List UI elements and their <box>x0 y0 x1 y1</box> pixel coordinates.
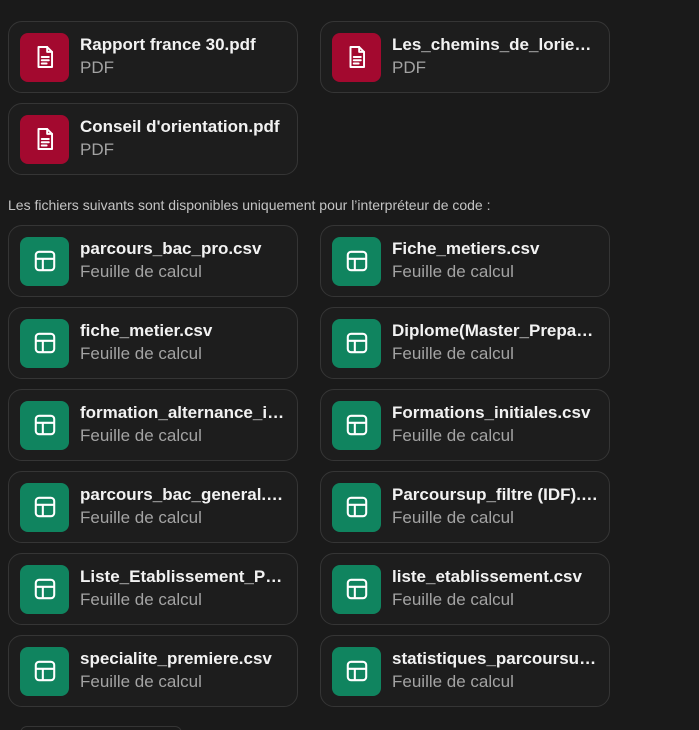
file-name: Les_chemins_de_lorientati... <box>392 35 599 54</box>
document-icon <box>20 32 69 82</box>
spreadsheet-icon <box>20 482 69 532</box>
file-card-sheet[interactable]: fiche_metier.csv Feuille de calcul <box>8 307 298 379</box>
file-type: PDF <box>80 140 114 159</box>
file-card-sheet[interactable]: Liste_Etablissement_Parco... Feuille de … <box>8 553 298 625</box>
spreadsheet-icon <box>20 400 69 450</box>
file-type: Feuille de calcul <box>392 508 514 527</box>
file-name: formation_alternance_idf.... <box>80 403 287 422</box>
file-name: parcours_bac_pro.csv <box>80 239 262 258</box>
spreadsheet-icon <box>20 236 69 286</box>
file-name: Fiche_metiers.csv <box>392 239 540 258</box>
file-card-sheet[interactable]: formation_alternance_idf.... Feuille de … <box>8 389 298 461</box>
file-card-pdf[interactable]: Conseil d'orientation.pdf PDF <box>8 103 298 175</box>
spreadsheet-icon <box>332 564 381 614</box>
file-name: liste_etablissement.csv <box>392 567 582 586</box>
document-icon <box>332 32 381 82</box>
file-name: statistiques_parcoursup.csv <box>392 649 599 668</box>
file-card-sheet[interactable]: parcours_bac_general.csv Feuille de calc… <box>8 471 298 543</box>
file-card-sheet[interactable]: Fiche_metiers.csv Feuille de calcul <box>320 225 610 297</box>
spreadsheet-icon <box>20 564 69 614</box>
file-card-sheet[interactable]: specialite_premiere.csv Feuille de calcu… <box>8 635 298 707</box>
file-type: Feuille de calcul <box>80 508 202 527</box>
spreadsheet-icon <box>20 646 69 696</box>
spreadsheet-icon <box>332 482 381 532</box>
file-name: Conseil d'orientation.pdf <box>80 117 280 136</box>
file-card-sheet[interactable]: statistiques_parcoursup.csv Feuille de c… <box>320 635 610 707</box>
file-card-pdf[interactable]: Les_chemins_de_lorientati... PDF <box>320 21 610 93</box>
partially-visible-card <box>20 726 182 730</box>
file-name: fiche_metier.csv <box>80 321 213 340</box>
file-type: Feuille de calcul <box>392 262 514 281</box>
file-type: Feuille de calcul <box>80 344 202 363</box>
file-attachments-panel: Rapport france 30.pdf PDF Les_chemins_de… <box>0 0 699 730</box>
file-type: Feuille de calcul <box>392 672 514 691</box>
file-name: Diplome(Master_Prepa_Ec... <box>392 321 599 340</box>
file-type: Feuille de calcul <box>392 590 514 609</box>
file-name: specialite_premiere.csv <box>80 649 272 668</box>
file-type: Feuille de calcul <box>392 344 514 363</box>
file-type: Feuille de calcul <box>80 590 202 609</box>
file-type: Feuille de calcul <box>80 672 202 691</box>
spreadsheet-icon <box>332 236 381 286</box>
file-name: parcours_bac_general.csv <box>80 485 287 504</box>
file-card-sheet[interactable]: Parcoursup_filtre (IDF).csv Feuille de c… <box>320 471 610 543</box>
file-type: Feuille de calcul <box>80 426 202 445</box>
file-card-sheet[interactable]: parcours_bac_pro.csv Feuille de calcul <box>8 225 298 297</box>
file-card-sheet[interactable]: Diplome(Master_Prepa_Ec... Feuille de ca… <box>320 307 610 379</box>
file-type: Feuille de calcul <box>80 262 202 281</box>
document-icon <box>20 114 69 164</box>
file-name: Formations_initiales.csv <box>392 403 591 422</box>
file-card-sheet[interactable]: liste_etablissement.csv Feuille de calcu… <box>320 553 610 625</box>
spreadsheet-icon <box>20 318 69 368</box>
code-interpreter-note: Les fichiers suivants sont disponibles u… <box>8 197 491 213</box>
file-type: PDF <box>392 58 426 77</box>
file-name: Parcoursup_filtre (IDF).csv <box>392 485 599 504</box>
file-name: Liste_Etablissement_Parco... <box>80 567 287 586</box>
spreadsheet-icon <box>332 646 381 696</box>
file-type: Feuille de calcul <box>392 426 514 445</box>
file-card-sheet[interactable]: Formations_initiales.csv Feuille de calc… <box>320 389 610 461</box>
spreadsheet-icon <box>332 400 381 450</box>
file-type: PDF <box>80 58 114 77</box>
file-name: Rapport france 30.pdf <box>80 35 256 54</box>
file-card-pdf[interactable]: Rapport france 30.pdf PDF <box>8 21 298 93</box>
spreadsheet-icon <box>332 318 381 368</box>
